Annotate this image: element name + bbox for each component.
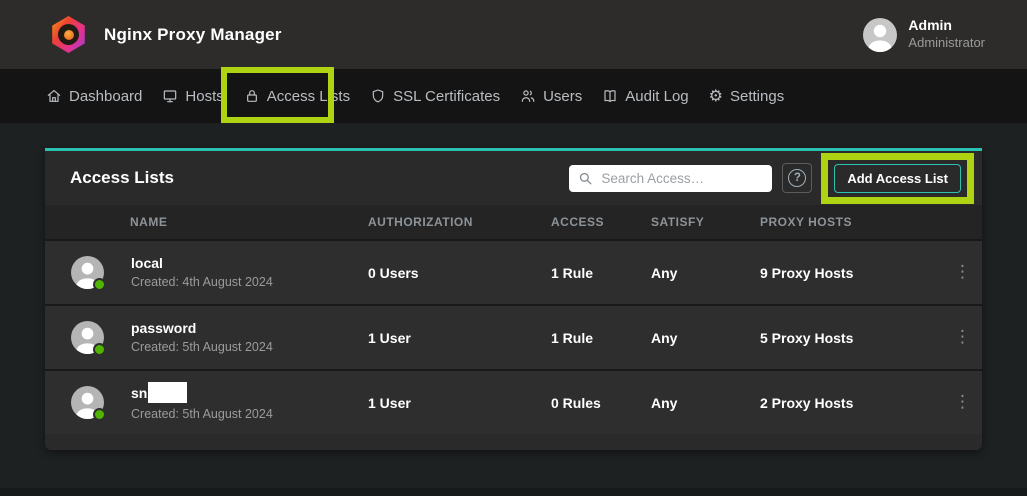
online-status-dot bbox=[93, 343, 106, 356]
search-input[interactable] bbox=[601, 171, 763, 186]
access-list-name: sn bbox=[131, 385, 147, 402]
table-row[interactable]: sn Created: 5th August 2024 1 User 0 Rul… bbox=[45, 369, 982, 434]
person-silhouette-icon bbox=[863, 18, 897, 52]
search-box bbox=[569, 165, 772, 192]
nav-label-access-lists: Access Lists bbox=[267, 88, 350, 105]
name-lines: sn Created: 5th August 2024 bbox=[131, 384, 273, 422]
name-lines: local Created: 4th August 2024 bbox=[131, 255, 273, 291]
proxy-hosts-value: 9 Proxy Hosts bbox=[757, 265, 945, 281]
nav-item-access-lists[interactable]: Access Lists bbox=[242, 84, 352, 109]
nav-label-dashboard: Dashboard bbox=[69, 88, 142, 105]
panel-header: Access Lists ? Add Access List bbox=[45, 151, 982, 205]
access-list-avatar bbox=[71, 321, 104, 354]
column-header-name: NAME bbox=[45, 215, 365, 229]
nav-item-users[interactable]: Users bbox=[518, 84, 584, 109]
table-row[interactable]: password Created: 5th August 2024 1 User… bbox=[45, 304, 982, 369]
nginx-proxy-manager-logo-icon bbox=[50, 16, 87, 53]
nav-label-hosts: Hosts bbox=[185, 88, 223, 105]
satisfy-value: Any bbox=[648, 265, 757, 281]
table-row[interactable]: local Created: 4th August 2024 0 Users 1… bbox=[45, 239, 982, 304]
access-lists-panel: Access Lists ? Add Access List NAME AUTH… bbox=[45, 148, 982, 450]
book-icon bbox=[602, 88, 618, 104]
online-status-dot bbox=[93, 278, 106, 291]
main-nav: Dashboard Hosts Access Lists SSL Certifi… bbox=[0, 69, 1027, 123]
access-list-avatar bbox=[71, 256, 104, 289]
question-circle-icon: ? bbox=[788, 169, 806, 187]
satisfy-value: Any bbox=[648, 330, 757, 346]
search-icon bbox=[578, 171, 593, 186]
help-button[interactable]: ? bbox=[782, 163, 812, 193]
access-value: 0 Rules bbox=[548, 395, 648, 411]
nav-item-settings[interactable]: ⚙ Settings bbox=[707, 84, 787, 109]
add-access-list-button[interactable]: Add Access List bbox=[834, 164, 961, 193]
access-list-name: password bbox=[131, 320, 196, 337]
access-list-avatar bbox=[71, 386, 104, 419]
nav-item-dashboard[interactable]: Dashboard bbox=[44, 84, 144, 109]
shield-icon bbox=[370, 88, 386, 104]
authorization-value: 1 User bbox=[365, 330, 548, 346]
page-title: Access Lists bbox=[70, 168, 569, 188]
gear-icon: ⚙ bbox=[709, 88, 723, 104]
user-name: Admin bbox=[908, 17, 985, 35]
satisfy-value: Any bbox=[648, 395, 757, 411]
nav-item-ssl-certificates[interactable]: SSL Certificates bbox=[368, 84, 502, 109]
redaction-box bbox=[148, 382, 187, 403]
access-list-name: local bbox=[131, 255, 163, 272]
column-header-proxy-hosts: PROXY HOSTS bbox=[757, 215, 945, 229]
user-menu[interactable]: Admin Administrator bbox=[863, 17, 985, 52]
access-value: 1 Rule bbox=[548, 330, 648, 346]
column-header-access: ACCESS bbox=[548, 215, 648, 229]
authorization-value: 0 Users bbox=[365, 265, 548, 281]
name-cell: local Created: 4th August 2024 bbox=[45, 255, 365, 291]
app-title: Nginx Proxy Manager bbox=[104, 25, 282, 45]
table-header-row: NAME AUTHORIZATION ACCESS SATISFY PROXY … bbox=[45, 205, 982, 239]
nav-label-ssl-certificates: SSL Certificates bbox=[393, 88, 500, 105]
created-date: Created: 4th August 2024 bbox=[131, 275, 273, 290]
name-cell: sn Created: 5th August 2024 bbox=[45, 384, 365, 422]
nav-item-audit-log[interactable]: Audit Log bbox=[600, 84, 690, 109]
monitor-icon bbox=[162, 88, 178, 104]
created-date: Created: 5th August 2024 bbox=[131, 407, 273, 422]
user-text: Admin Administrator bbox=[908, 17, 985, 52]
row-actions-kebab-icon[interactable]: ⋮ bbox=[945, 264, 982, 281]
created-date: Created: 5th August 2024 bbox=[131, 340, 273, 355]
nav-label-audit-log: Audit Log bbox=[625, 88, 688, 105]
name-cell: password Created: 5th August 2024 bbox=[45, 320, 365, 356]
nav-label-settings: Settings bbox=[730, 88, 784, 105]
viewport-bottom-edge bbox=[0, 488, 1027, 496]
top-bar: Nginx Proxy Manager Admin Administrator bbox=[0, 0, 1027, 69]
online-status-dot bbox=[93, 408, 106, 421]
proxy-hosts-value: 2 Proxy Hosts bbox=[757, 395, 945, 411]
row-actions-kebab-icon[interactable]: ⋮ bbox=[945, 329, 982, 346]
nav-item-hosts[interactable]: Hosts bbox=[160, 84, 225, 109]
proxy-hosts-value: 5 Proxy Hosts bbox=[757, 330, 945, 346]
name-lines: password Created: 5th August 2024 bbox=[131, 320, 273, 356]
user-avatar bbox=[863, 18, 897, 52]
row-actions-kebab-icon[interactable]: ⋮ bbox=[945, 394, 982, 411]
lock-icon bbox=[244, 88, 260, 104]
home-icon bbox=[46, 88, 62, 104]
column-header-authorization: AUTHORIZATION bbox=[365, 215, 548, 229]
column-header-satisfy: SATISFY bbox=[648, 215, 757, 229]
user-role: Administrator bbox=[908, 35, 985, 52]
nav-label-users: Users bbox=[543, 88, 582, 105]
users-icon bbox=[520, 88, 536, 104]
page-content: Access Lists ? Add Access List NAME AUTH… bbox=[0, 123, 1027, 496]
highlight-box-add-access-list: Add Access List bbox=[821, 153, 974, 204]
authorization-value: 1 User bbox=[365, 395, 548, 411]
access-value: 1 Rule bbox=[548, 265, 648, 281]
